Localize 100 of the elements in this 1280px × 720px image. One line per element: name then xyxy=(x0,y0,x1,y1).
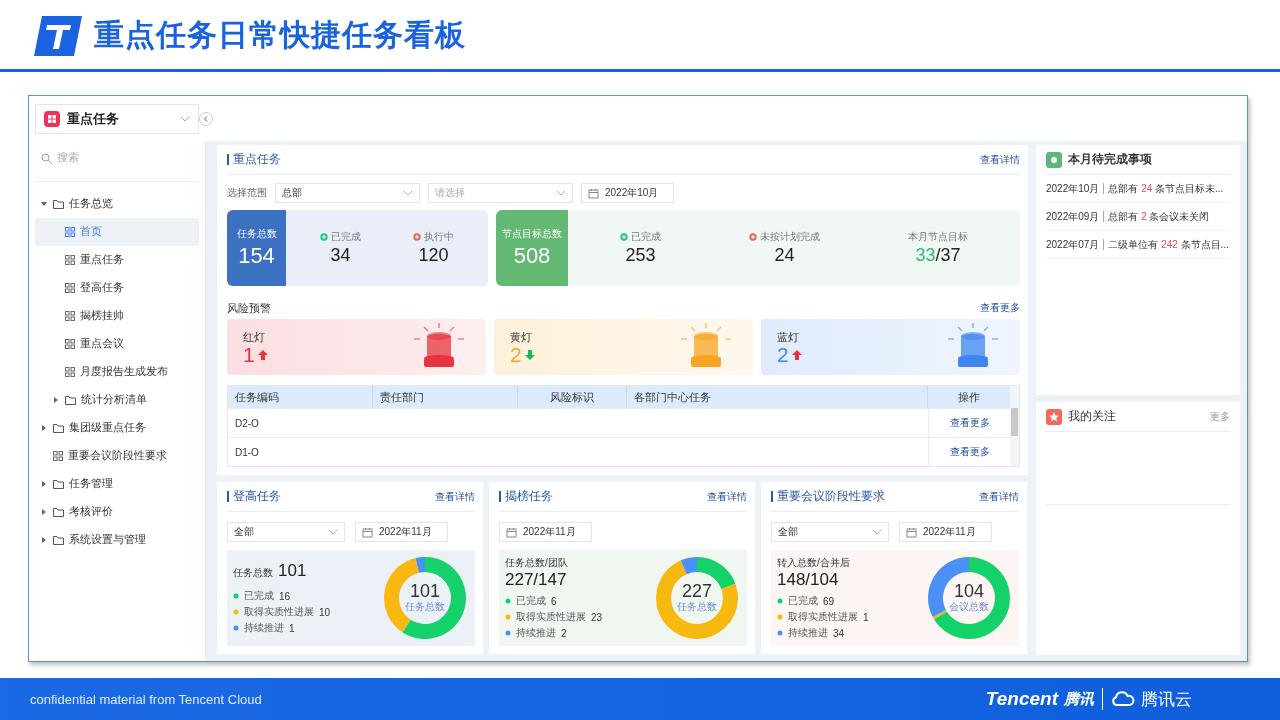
column-header: 各部门中心任务 xyxy=(627,386,928,408)
legend-label: 已完成 xyxy=(516,594,546,608)
brand-name: Tencent xyxy=(985,688,1058,710)
legend-value: 1 xyxy=(863,611,869,623)
summary-value: 148/104 xyxy=(777,570,840,590)
center-label: 任务总数 xyxy=(405,600,445,614)
select-field[interactable]: 全部 xyxy=(771,522,889,542)
column-header: 任务编码 xyxy=(228,386,373,408)
tree-item[interactable]: 系统设置与管理 xyxy=(35,526,199,554)
legend-label: 持续推进 xyxy=(516,626,556,640)
cloud-icon xyxy=(1111,691,1135,707)
tree-item[interactable]: 集团级重点任务 xyxy=(35,414,199,442)
tree-item[interactable]: 重点会议 xyxy=(35,330,199,358)
summary-label: 任务总数/团队 xyxy=(505,556,569,570)
todo-item[interactable]: 2022年09月 总部有 2 条会议未关闭 xyxy=(1046,203,1230,231)
star-badge-icon xyxy=(1046,408,1062,425)
section-title: 风险预警 xyxy=(227,300,271,316)
warning-label: 蓝灯 xyxy=(777,329,800,345)
stat-value: 24 xyxy=(774,245,795,266)
date-field[interactable]: 2022年11月 xyxy=(355,522,448,542)
tree-item[interactable]: 任务总览 xyxy=(35,190,199,218)
legend-label: 持续推进 xyxy=(788,626,828,640)
stat-value: 34 xyxy=(330,245,351,266)
brand-name: 腾讯云 xyxy=(1141,688,1192,711)
brand-name: 腾讯 xyxy=(1064,689,1094,709)
legend-value: 6 xyxy=(551,595,557,607)
caret-icon xyxy=(41,509,47,515)
todo-item[interactable]: 2022年10月 总部有 24 条节点目标未... xyxy=(1046,175,1230,203)
legend-label: 已完成 xyxy=(788,594,818,608)
stat-label: 本月节点目标 xyxy=(908,230,968,244)
folder-icon xyxy=(53,535,64,545)
card-title: 重点任务 xyxy=(227,154,281,165)
stat-label: 已完成 xyxy=(631,230,661,244)
caret-icon xyxy=(41,425,47,431)
details-link[interactable]: 查看详情 xyxy=(435,489,475,504)
warning-label: 红灯 xyxy=(243,329,266,345)
tree-item[interactable]: 首页 xyxy=(35,218,199,246)
caret-icon xyxy=(41,201,47,207)
select-field[interactable]: 总部 xyxy=(275,183,420,203)
stat-value: 33/37 xyxy=(915,245,961,266)
chevron-down-icon xyxy=(556,190,566,196)
tree-item[interactable]: 统计分析清单 xyxy=(35,386,199,414)
warning-label: 黄灯 xyxy=(510,329,533,345)
date-field[interactable]: 2022年11月 xyxy=(499,522,592,542)
stat-value: 120 xyxy=(418,245,449,266)
details-link[interactable]: 查看详情 xyxy=(979,489,1019,504)
date-field[interactable]: 2022年10月 xyxy=(581,183,674,203)
tree-item[interactable]: 重要会议阶段性要求 xyxy=(35,442,199,470)
grid-icon xyxy=(65,227,75,237)
grid-icon xyxy=(65,283,75,293)
calendar-icon xyxy=(906,526,917,538)
column-header: 责任部门 xyxy=(373,386,518,408)
footer-text: confidential material from Tencent Cloud xyxy=(30,691,262,707)
center-label: 会议总数 xyxy=(949,600,989,614)
center-label: 任务总数 xyxy=(677,600,717,614)
scrollbar[interactable] xyxy=(1010,386,1019,466)
grid-icon xyxy=(65,367,75,377)
view-more-link[interactable]: 查看更多 xyxy=(949,445,990,459)
view-more-link[interactable]: 查看更多 xyxy=(949,416,990,430)
legend-value: 10 xyxy=(319,606,331,618)
legend-label: 已完成 xyxy=(244,589,274,603)
select-field[interactable]: 全部 xyxy=(227,522,345,542)
card-title: 本月待完成事项 xyxy=(1068,152,1153,167)
legend-label: 取得实质性进展 xyxy=(788,610,858,624)
tree-item[interactable]: 考核评价 xyxy=(35,498,199,526)
warning-count: 2 xyxy=(510,344,522,365)
total-value: 508 xyxy=(513,243,551,269)
summary-label: 任务总数 xyxy=(233,566,273,580)
more-link[interactable]: 查看更多 xyxy=(980,301,1020,315)
tree-item[interactable]: 重点任务 xyxy=(35,246,199,274)
caret-icon xyxy=(53,397,59,403)
card-title: 揭榜任务 xyxy=(499,491,553,502)
warning-count: 2 xyxy=(777,344,789,365)
legend-value: 1 xyxy=(289,622,295,634)
app-icon xyxy=(44,111,60,127)
card-title: 登高任务 xyxy=(227,491,281,502)
details-link[interactable]: 查看详情 xyxy=(707,489,747,504)
total-value: 154 xyxy=(238,243,275,269)
summary-label: 转入总数/合并后 xyxy=(777,556,851,570)
center-value: 101 xyxy=(409,582,440,600)
tree-item[interactable]: 月度报告生成发布 xyxy=(35,358,199,386)
stat-label: 已完成 xyxy=(331,230,361,244)
tree-item[interactable]: 登高任务 xyxy=(35,274,199,302)
card-title: 我的关注 xyxy=(1068,409,1117,424)
folder-icon xyxy=(53,199,64,209)
search-icon xyxy=(41,152,52,164)
chevron-down-icon xyxy=(403,190,413,196)
calendar-icon xyxy=(362,526,373,538)
total-label: 节点目标总数 xyxy=(502,227,562,241)
date-field[interactable]: 2022年11月 xyxy=(899,522,992,542)
summary-value: 227/147 xyxy=(505,570,568,590)
app-selector[interactable]: 重点任务 xyxy=(35,104,199,134)
details-link[interactable]: 查看详情 xyxy=(980,152,1020,167)
legend-value: 2 xyxy=(561,627,567,639)
tree-item[interactable]: 揭榜挂帅 xyxy=(35,302,199,330)
legend-value: 16 xyxy=(279,590,291,602)
legend-label: 取得实质性进展 xyxy=(244,605,314,619)
tree-item[interactable]: 任务管理 xyxy=(35,470,199,498)
todo-item[interactable]: 2022年07月 二级单位有 242 条节点目... xyxy=(1046,231,1230,259)
legend-value: 69 xyxy=(823,595,835,607)
